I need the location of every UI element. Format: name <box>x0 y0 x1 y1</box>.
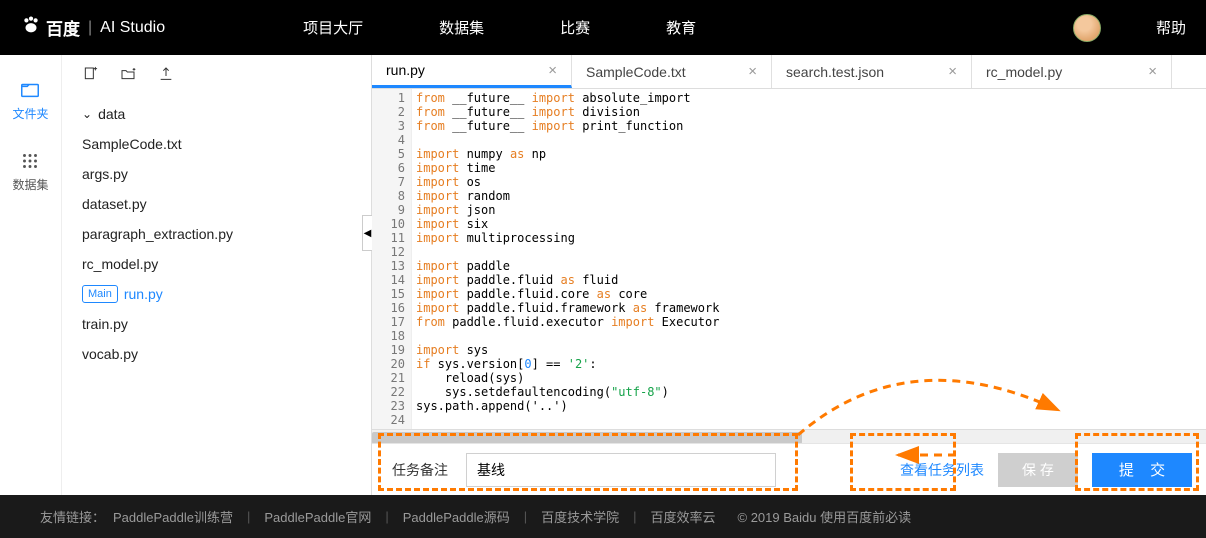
file-tree: ⌄ data SampleCode.txt args.py dataset.py… <box>62 95 371 373</box>
rail-datasets-label: 数据集 <box>12 176 48 193</box>
close-icon[interactable]: × <box>948 63 957 80</box>
file-label: train.py <box>82 316 128 332</box>
footer-link-4[interactable]: 百度技术学院 <box>541 507 619 526</box>
nav-datasets[interactable]: 数据集 <box>439 17 484 38</box>
baidu-logo: 百度 <box>20 14 80 41</box>
baidu-text: 百度 <box>46 15 80 40</box>
avatar[interactable] <box>1073 14 1101 42</box>
save-button[interactable]: 保 存 <box>998 453 1078 487</box>
line-gutter: 123456789101112131415161718192021222324 <box>372 89 412 429</box>
file-args[interactable]: args.py <box>62 159 371 189</box>
file-toolbar <box>62 55 371 95</box>
footer-link-5[interactable]: 百度效率云 <box>651 507 716 526</box>
h-scrollbar[interactable] <box>372 429 1206 443</box>
code-lines[interactable]: from __future__ import absolute_importfr… <box>412 89 1206 429</box>
rail-datasets[interactable]: 数据集 <box>12 150 48 193</box>
tab-sample[interactable]: SampleCode.txt × <box>572 55 772 88</box>
file-para[interactable]: paragraph_extraction.py <box>62 219 371 249</box>
collapse-handle[interactable]: ◀ <box>362 215 372 251</box>
file-label: rc_model.py <box>82 256 158 272</box>
footer: 友情链接： PaddlePaddle训练营| PaddlePaddle官网| P… <box>0 495 1206 538</box>
studio-text: AI Studio <box>100 19 165 37</box>
rail-files-label: 文件夹 <box>12 105 48 122</box>
file-label: args.py <box>82 166 128 182</box>
file-label: paragraph_extraction.py <box>82 226 233 242</box>
editor-area: ◀ run.py× SampleCode.txt× search.test.js… <box>372 55 1206 495</box>
top-nav: 百度 | AI Studio 项目大厅 数据集 比赛 教育 帮助 <box>0 0 1206 55</box>
paw-icon <box>20 14 42 41</box>
close-icon[interactable]: × <box>548 62 557 79</box>
file-sample[interactable]: SampleCode.txt <box>62 129 371 159</box>
main-tag: Main <box>82 285 118 303</box>
tab-label: search.test.json <box>786 64 884 80</box>
nav-help[interactable]: 帮助 <box>1156 17 1186 38</box>
view-tasks-link[interactable]: 查看任务列表 <box>900 460 984 480</box>
folder-label: data <box>98 106 125 122</box>
footer-link-2[interactable]: PaddlePaddle官网 <box>264 507 371 526</box>
file-vocab[interactable]: vocab.py <box>62 339 371 369</box>
tab-label: SampleCode.txt <box>586 64 686 80</box>
new-folder-icon[interactable] <box>120 66 136 85</box>
file-panel: ⌄ data SampleCode.txt args.py dataset.py… <box>62 55 372 495</box>
file-dataset[interactable]: dataset.py <box>62 189 371 219</box>
rail-files[interactable]: 文件夹 <box>12 79 48 122</box>
folder-data[interactable]: ⌄ data <box>62 99 371 129</box>
file-train[interactable]: train.py <box>62 309 371 339</box>
footer-prefix: 友情链接： <box>40 507 105 526</box>
nav-links: 项目大厅 数据集 比赛 教育 <box>255 17 724 38</box>
tab-label: rc_model.py <box>986 64 1062 80</box>
file-run[interactable]: Main run.py <box>62 279 371 309</box>
editor-tabs: run.py × SampleCode.txt × search.test.json… <box>372 55 1206 89</box>
file-label: run.py <box>124 286 163 302</box>
code-editor[interactable]: 123456789101112131415161718192021222324 … <box>372 89 1206 429</box>
action-bar: 任务备注 查看任务列表 保 存 提 交 <box>372 443 1206 495</box>
close-icon[interactable]: × <box>1148 63 1157 80</box>
tab-run[interactable]: run.py × <box>372 55 572 88</box>
file-label: dataset.py <box>82 196 147 212</box>
tab-label: run.py <box>386 62 425 78</box>
footer-link-3[interactable]: PaddlePaddle源码 <box>403 507 510 526</box>
tab-rc[interactable]: rc_model.py × <box>972 55 1172 88</box>
nav-lobby[interactable]: 项目大厅 <box>303 17 363 38</box>
footer-link-1[interactable]: PaddlePaddle训练营 <box>113 507 233 526</box>
task-note-label: 任务备注 <box>392 460 448 480</box>
brand-logo[interactable]: 百度 | AI Studio <box>20 14 165 41</box>
upload-icon[interactable] <box>158 66 174 85</box>
new-file-icon[interactable] <box>82 66 98 85</box>
file-label: SampleCode.txt <box>82 136 182 152</box>
footer-copy: © 2019 Baidu 使用百度前必读 <box>738 507 912 526</box>
nav-edu[interactable]: 教育 <box>666 17 696 38</box>
icon-rail: 文件夹 数据集 <box>0 55 62 495</box>
nav-contest[interactable]: 比赛 <box>560 17 590 38</box>
close-icon[interactable]: × <box>748 63 757 80</box>
file-label: vocab.py <box>82 346 138 362</box>
chevron-down-icon: ⌄ <box>82 107 92 121</box>
tab-search[interactable]: search.test.json × <box>772 55 972 88</box>
submit-button[interactable]: 提 交 <box>1092 453 1192 487</box>
file-rc[interactable]: rc_model.py <box>62 249 371 279</box>
task-note-input[interactable] <box>466 453 776 487</box>
main-area: 文件夹 数据集 ⌄ data SampleCode.txt args.py da… <box>0 55 1206 495</box>
